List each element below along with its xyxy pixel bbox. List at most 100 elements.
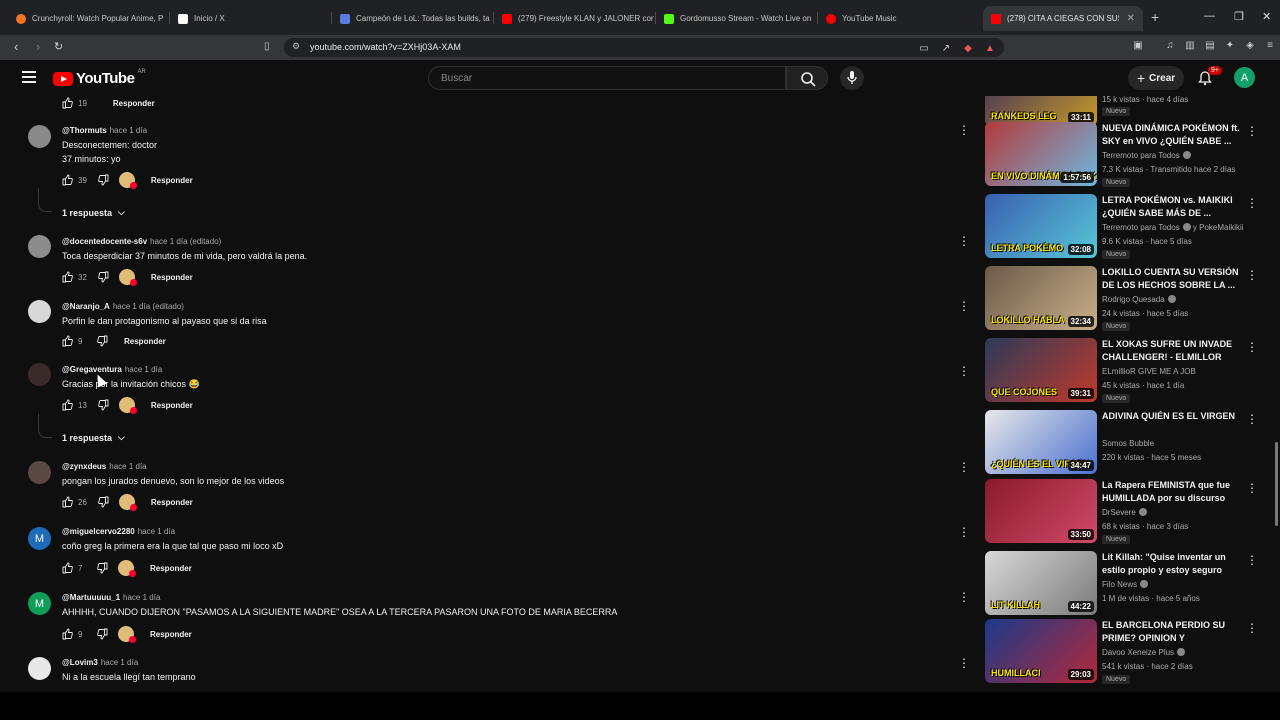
- reply-button[interactable]: Responder: [151, 273, 193, 282]
- back-icon[interactable]: ‹: [14, 39, 18, 54]
- like-icon[interactable]: [62, 399, 74, 411]
- channel-collab[interactable]: y PokeMaikikii: [1193, 223, 1244, 232]
- like-icon[interactable]: [62, 335, 74, 347]
- recommended-video[interactable]: EN VIVO DINÁMICA POK 1:57:56 NUEVA DINÁMIC…: [984, 122, 1264, 188]
- video-thumbnail[interactable]: QUE COJONES 39:31: [985, 338, 1097, 402]
- extension-icon[interactable]: ▣: [1132, 40, 1144, 52]
- sidebar-icon[interactable]: ▥: [1184, 40, 1196, 52]
- comment-more-icon[interactable]: ⋮: [958, 590, 970, 604]
- video-title[interactable]: NUEVA DINÁMICA POKÉMON ft. SKY en VIVO ¿…: [1102, 122, 1240, 148]
- reply-button[interactable]: Responder: [150, 564, 192, 573]
- site-info-icon[interactable]: ⚙: [292, 41, 300, 52]
- reply-button[interactable]: Responder: [150, 630, 192, 639]
- channel-name[interactable]: Rodrigo Quesada: [1102, 295, 1165, 304]
- reply-button[interactable]: Responder: [113, 99, 155, 108]
- comment-author[interactable]: @Thormuts: [62, 126, 107, 135]
- video-more-icon[interactable]: ⋮: [1246, 268, 1258, 282]
- video-more-icon[interactable]: ⋮: [1246, 481, 1258, 495]
- comment-time[interactable]: hace 1 día: [110, 126, 147, 135]
- menu-icon[interactable]: ≡: [1264, 40, 1276, 52]
- reply-button[interactable]: Responder: [151, 176, 193, 185]
- forward-icon[interactable]: ›: [36, 39, 40, 54]
- video-thumbnail[interactable]: LOKILLO HABLA 32:34: [985, 266, 1097, 330]
- dislike-icon[interactable]: [97, 399, 109, 411]
- comment-time[interactable]: hace 1 día (editado): [113, 302, 184, 311]
- comment-author[interactable]: @docentedocente-s6v: [62, 237, 147, 246]
- video-thumbnail[interactable]: 33:50: [985, 479, 1097, 543]
- recommended-video[interactable]: LETRA POKÉMO 32:08 LETRA POKÉMON vs. MAIKI…: [984, 194, 1264, 260]
- account-avatar[interactable]: A: [1234, 67, 1255, 88]
- video-thumbnail[interactable]: HUMILLACI 29:03: [985, 619, 1097, 683]
- channel-name[interactable]: Somos Bubble: [1102, 439, 1154, 448]
- recommended-video[interactable]: LOKILLO HABLA 32:34 LOKILLO CUENTA SU VERS…: [984, 266, 1264, 332]
- video-title[interactable]: EL XOKAS SUFRE UN INVADE CHALLENGER! - E…: [1102, 338, 1240, 364]
- comment-more-icon[interactable]: ⋮: [958, 299, 970, 313]
- share-icon[interactable]: ↗: [940, 43, 952, 55]
- comment-more-icon[interactable]: ⋮: [958, 656, 970, 670]
- puzzle-icon[interactable]: ✦: [1224, 40, 1236, 52]
- reply-button[interactable]: Responder: [124, 337, 166, 346]
- video-title[interactable]: EL BARCELONA PERDIO SU PRIME? OPINION Y …: [1102, 619, 1240, 645]
- bookmark-icon[interactable]: ▯: [264, 41, 270, 52]
- recommended-video[interactable]: ¿QUIÉN ES EL VIRGEN 34:47 ADIVINA QUIÉN ES…: [984, 410, 1264, 476]
- browser-tab-active[interactable]: (278) CITA A CIEGAS CON SUS M ✕: [983, 6, 1143, 31]
- commenter-avatar[interactable]: [28, 235, 51, 258]
- comment-time[interactable]: hace 1 día: [138, 527, 175, 536]
- music-icon[interactable]: ♫: [1164, 40, 1176, 52]
- dislike-icon[interactable]: [97, 496, 109, 508]
- recommended-video[interactable]: QUE COJONES 39:31 EL XOKAS SUFRE UN INVADE…: [984, 338, 1264, 404]
- video-title[interactable]: LETRA POKÉMON vs. MAIKIKI ¿QUIÉN SABE MÁ…: [1102, 194, 1240, 220]
- browser-tab[interactable]: YouTube Music: [818, 6, 978, 31]
- dislike-icon[interactable]: [96, 628, 108, 640]
- channel-name[interactable]: Davoo Xeneize Plus: [1102, 648, 1174, 657]
- dislike-icon[interactable]: [96, 562, 108, 574]
- commenter-avatar[interactable]: [28, 125, 51, 148]
- restore-icon[interactable]: ❐: [1234, 10, 1244, 23]
- brave-shield-icon[interactable]: ◆: [962, 43, 974, 55]
- comment-time[interactable]: hace 1 día: [123, 593, 160, 602]
- commenter-avatar[interactable]: [28, 300, 51, 323]
- video-more-icon[interactable]: ⋮: [1246, 340, 1258, 354]
- reply-button[interactable]: Responder: [151, 401, 193, 410]
- dislike-icon[interactable]: [97, 271, 109, 283]
- cast-icon[interactable]: ▭: [918, 43, 930, 55]
- comment-more-icon[interactable]: ⋮: [958, 460, 970, 474]
- channel-name[interactable]: Terremoto para Todos: [1102, 151, 1180, 160]
- minimize-icon[interactable]: —: [1204, 10, 1215, 22]
- video-thumbnail[interactable]: ¿QUIÉN ES EL VIRGEN 34:47: [985, 410, 1097, 474]
- video-title[interactable]: La Rapera FEMINISTA que fue HUMILLADA po…: [1102, 479, 1240, 505]
- browser-tab[interactable]: Campeón de LoL: Todas las builds, ta: [332, 6, 492, 31]
- dislike-icon[interactable]: [96, 335, 108, 347]
- address-bar[interactable]: ⚙ youtube.com/watch?v=ZXHj03A-XAM ▭ ↗ ◆ …: [284, 38, 1004, 57]
- new-tab-icon[interactable]: +: [1151, 9, 1159, 25]
- video-title[interactable]: Lit Killah: "Quise inventar un estilo pr…: [1102, 551, 1240, 577]
- voice-search-button[interactable]: [840, 66, 864, 90]
- comment-author[interactable]: @Gregaventura: [62, 365, 122, 374]
- close-window-icon[interactable]: ✕: [1262, 10, 1271, 23]
- comment-more-icon[interactable]: ⋮: [958, 234, 970, 248]
- comment-author[interactable]: @zynxdeus: [62, 462, 106, 471]
- comment-time[interactable]: hace 1 día: [109, 462, 146, 471]
- search-button[interactable]: [786, 66, 828, 90]
- comment-time[interactable]: hace 1 día (editado): [150, 237, 221, 246]
- rewards-icon[interactable]: ▲: [984, 43, 996, 55]
- create-button[interactable]: + Crear: [1128, 66, 1184, 90]
- browser-tab[interactable]: Crunchyroll: Watch Popular Anime, P: [8, 6, 168, 31]
- comment-more-icon[interactable]: ⋮: [958, 525, 970, 539]
- search-input[interactable]: Buscar: [428, 66, 786, 90]
- comment-author[interactable]: @Lovim3: [62, 658, 98, 667]
- commenter-avatar[interactable]: [28, 461, 51, 484]
- commenter-avatar[interactable]: M: [28, 592, 51, 615]
- commenter-avatar[interactable]: [28, 657, 51, 680]
- channel-name[interactable]: Terremoto para Todos: [1102, 223, 1180, 232]
- video-thumbnail[interactable]: EN VIVO DINÁMICA POK 1:57:56: [985, 122, 1097, 186]
- recommended-video[interactable]: 33:50 La Rapera FEMINISTA que fue HUMILLA…: [984, 479, 1264, 545]
- tab-close-icon[interactable]: ✕: [1127, 13, 1135, 24]
- hamburger-menu-icon[interactable]: [22, 71, 36, 83]
- like-icon[interactable]: [62, 174, 74, 186]
- youtube-logo[interactable]: YouTube AR: [53, 69, 146, 87]
- commenter-avatar[interactable]: [28, 363, 51, 386]
- browser-tab[interactable]: (279) Freestyle KLAN y JALONER con: [494, 6, 654, 31]
- comment-time[interactable]: hace 1 día: [101, 658, 138, 667]
- channel-name[interactable]: DrSevere: [1102, 508, 1136, 517]
